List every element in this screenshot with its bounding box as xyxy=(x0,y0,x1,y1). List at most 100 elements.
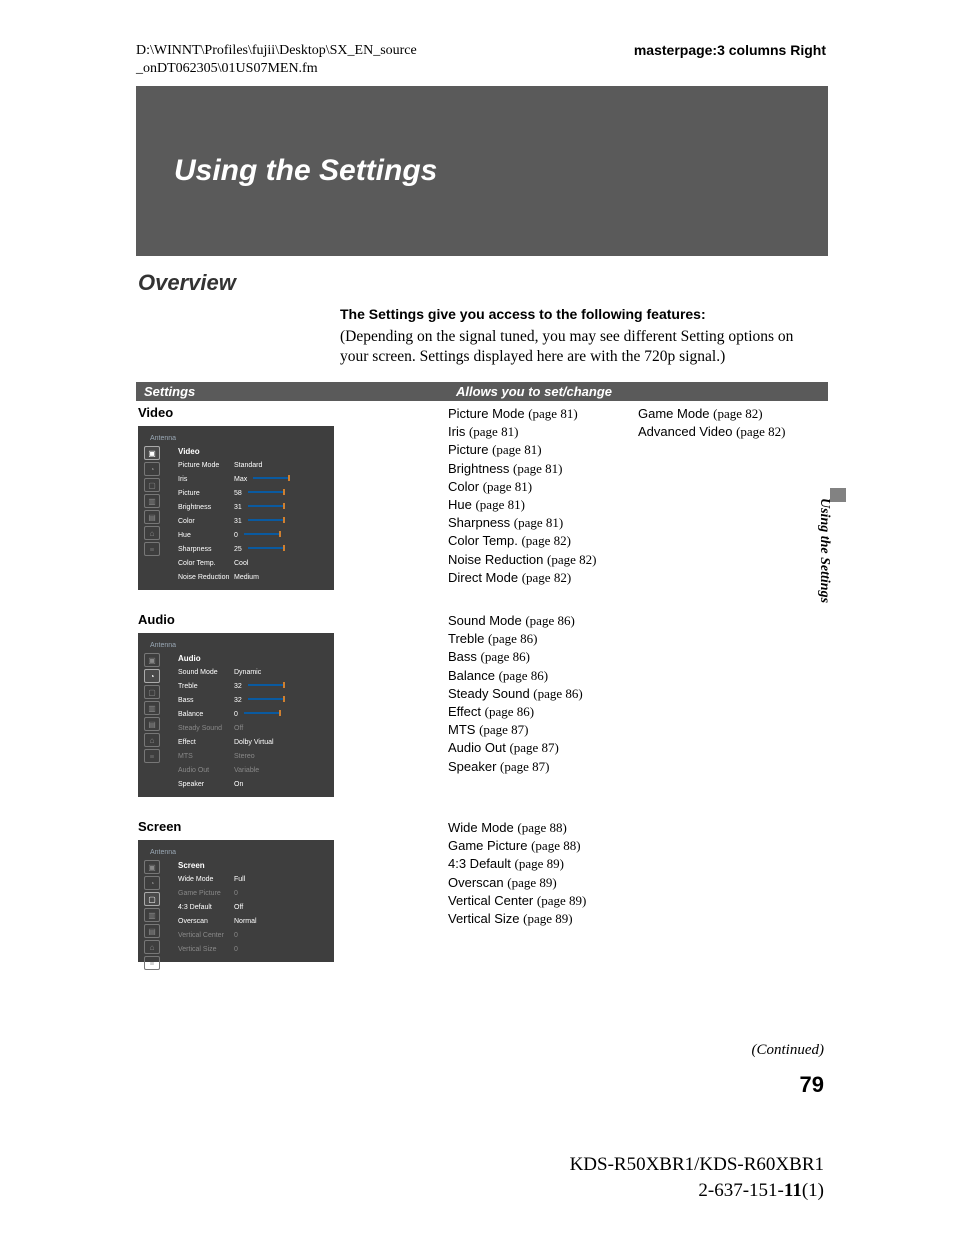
menu-screenshot: ▣◔▢▥▤⌂≡AntennaScreenWide ModeFullGame Pi… xyxy=(138,840,334,962)
feature-name: Sound Mode xyxy=(448,613,525,628)
category-title: Video xyxy=(138,405,442,420)
menu-item-value: 0 xyxy=(234,932,238,939)
category-row: Audio▣◔▢▥▤⌂≡AntennaAudioSound ModeDynami… xyxy=(136,608,828,815)
menu-item-label: Sharpness xyxy=(178,546,234,553)
feature-name: Audio Out xyxy=(448,740,509,755)
menu-item-value: Off xyxy=(234,904,243,911)
feature-page-ref: (page 89) xyxy=(515,856,564,871)
feature-name: Bass xyxy=(448,649,481,664)
feature-column-2 xyxy=(638,819,828,980)
feature-name: Brightness xyxy=(448,461,513,476)
menu-item-label: Color Temp. xyxy=(178,560,234,567)
table-header-settings: Settings xyxy=(144,384,456,399)
menu-item-label: Wide Mode xyxy=(178,876,234,883)
intro-body: (Depending on the signal tuned, you may … xyxy=(340,328,793,365)
slider-icon xyxy=(248,505,284,507)
feature-item: Color Temp. (page 82) xyxy=(448,532,638,550)
feature-item: Steady Sound (page 86) xyxy=(448,685,638,703)
chapter-title: Using the Settings xyxy=(174,154,437,188)
feature-page-ref: (page 81) xyxy=(475,497,524,512)
menu-section-title: Audio xyxy=(138,651,334,665)
feature-page-ref: (page 81) xyxy=(469,424,518,439)
menu-item-label: Hue xyxy=(178,532,234,539)
feature-item: Effect (page 86) xyxy=(448,703,638,721)
feature-column-2: Game Mode (page 82)Advanced Video (page … xyxy=(638,405,828,608)
category-left: Video ▣◔▢▥▤⌂≡AntennaVideoPicture ModeStan… xyxy=(136,401,448,608)
feature-column-1: Wide Mode (page 88)Game Picture (page 88… xyxy=(448,819,638,980)
feature-column-2 xyxy=(638,612,828,815)
category-features: Sound Mode (page 86)Treble (page 86)Bass… xyxy=(448,608,828,815)
menu-item-row: MTSStereo xyxy=(138,749,334,763)
feature-name: Color xyxy=(448,479,483,494)
menu-item-value: Full xyxy=(234,876,245,883)
side-section-label: Using the Settings xyxy=(816,498,832,603)
feature-page-ref: (page 81) xyxy=(528,406,577,421)
menu-item-label: Bass xyxy=(178,697,234,704)
feature-item: Game Mode (page 82) xyxy=(638,405,828,423)
footer-code-prefix: 2-637-151- xyxy=(698,1180,783,1201)
menu-screenshot: ▣◔▢▥▤⌂≡AntennaVideoPicture ModeStandardI… xyxy=(138,426,334,590)
menu-item-label: Overscan xyxy=(178,918,234,925)
feature-item: Sharpness (page 81) xyxy=(448,514,638,532)
source-path-line1: D:\WINNT\Profiles\fujii\Desktop\SX_EN_so… xyxy=(136,43,417,58)
footer-models: KDS-R50XBR1/KDS-R60XBR1 xyxy=(570,1154,824,1175)
category-title: Audio xyxy=(138,612,442,627)
menu-item-row: Vertical Size0 xyxy=(138,942,334,956)
menu-item-row: OverscanNormal xyxy=(138,914,334,928)
menu-screenshot: ▣◔▢▥▤⌂≡AntennaAudioSound ModeDynamicTreb… xyxy=(138,633,334,797)
menu-item-value: 0 xyxy=(234,890,238,897)
menu-item-label: Sound Mode xyxy=(178,669,234,676)
feature-name: Color Temp. xyxy=(448,533,521,548)
feature-page-ref: (page 87) xyxy=(509,740,558,755)
menu-item-label: Steady Sound xyxy=(178,725,234,732)
table-header-allows: Allows you to set/change xyxy=(456,384,820,399)
feature-name: Treble xyxy=(448,631,488,646)
chapter-heading-bar: Using the Settings xyxy=(136,86,828,256)
menu-item-row: Bass32 xyxy=(138,693,334,707)
feature-item: Vertical Size (page 89) xyxy=(448,910,638,928)
feature-page-ref: (page 87) xyxy=(500,759,549,774)
menu-item-row: Noise ReductionMedium xyxy=(138,570,334,584)
feature-name: Advanced Video xyxy=(638,424,736,439)
feature-name: Iris xyxy=(448,424,469,439)
slider-icon xyxy=(248,684,284,686)
feature-item: Bass (page 86) xyxy=(448,648,638,666)
menu-item-label: Audio Out xyxy=(178,767,234,774)
feature-item: Brightness (page 81) xyxy=(448,460,638,478)
menu-item-label: Iris xyxy=(178,476,234,483)
menu-item-row: Color Temp.Cool xyxy=(138,556,334,570)
feature-page-ref: (page 88) xyxy=(531,838,580,853)
menu-item-row: Treble32 xyxy=(138,679,334,693)
feature-column-1: Picture Mode (page 81)Iris (page 81)Pict… xyxy=(448,405,638,608)
slider-icon xyxy=(244,533,280,535)
menu-item-value: 25 xyxy=(234,546,242,553)
menu-item-row: Color31 xyxy=(138,514,334,528)
feature-name: Wide Mode xyxy=(448,820,517,835)
menu-item-row: Game Picture0 xyxy=(138,886,334,900)
page-number: 79 xyxy=(800,1072,824,1098)
menu-header-row: Antenna xyxy=(138,432,334,444)
feature-item: Wide Mode (page 88) xyxy=(448,819,638,837)
intro-lead: The Settings give you access to the foll… xyxy=(340,305,820,323)
feature-name: Direct Mode xyxy=(448,570,522,585)
feature-page-ref: (page 86) xyxy=(485,704,534,719)
menu-item-value: 32 xyxy=(234,697,242,704)
feature-page-ref: (page 82) xyxy=(736,424,785,439)
feature-item: Noise Reduction (page 82) xyxy=(448,551,638,569)
menu-item-label: Brightness xyxy=(178,504,234,511)
menu-item-label: Game Picture xyxy=(178,890,234,897)
menu-item-row: Hue0 xyxy=(138,528,334,542)
category-row: Screen▣◔▢▥▤⌂≡AntennaScreenWide ModeFullG… xyxy=(136,815,828,980)
feature-name: Balance xyxy=(448,668,499,683)
feature-name: Vertical Size xyxy=(448,911,523,926)
menu-item-value: Dolby Virtual xyxy=(234,739,274,746)
feature-name: Effect xyxy=(448,704,485,719)
category-left: Audio▣◔▢▥▤⌂≡AntennaAudioSound ModeDynami… xyxy=(136,608,448,815)
feature-item: 4:3 Default (page 89) xyxy=(448,855,638,873)
feature-name: 4:3 Default xyxy=(448,856,515,871)
menu-item-value: Medium xyxy=(234,574,259,581)
menu-item-row: Steady SoundOff xyxy=(138,721,334,735)
menu-item-row: Audio OutVariable xyxy=(138,763,334,777)
menu-item-row: Wide ModeFull xyxy=(138,872,334,886)
menu-item-row: 4:3 DefaultOff xyxy=(138,900,334,914)
